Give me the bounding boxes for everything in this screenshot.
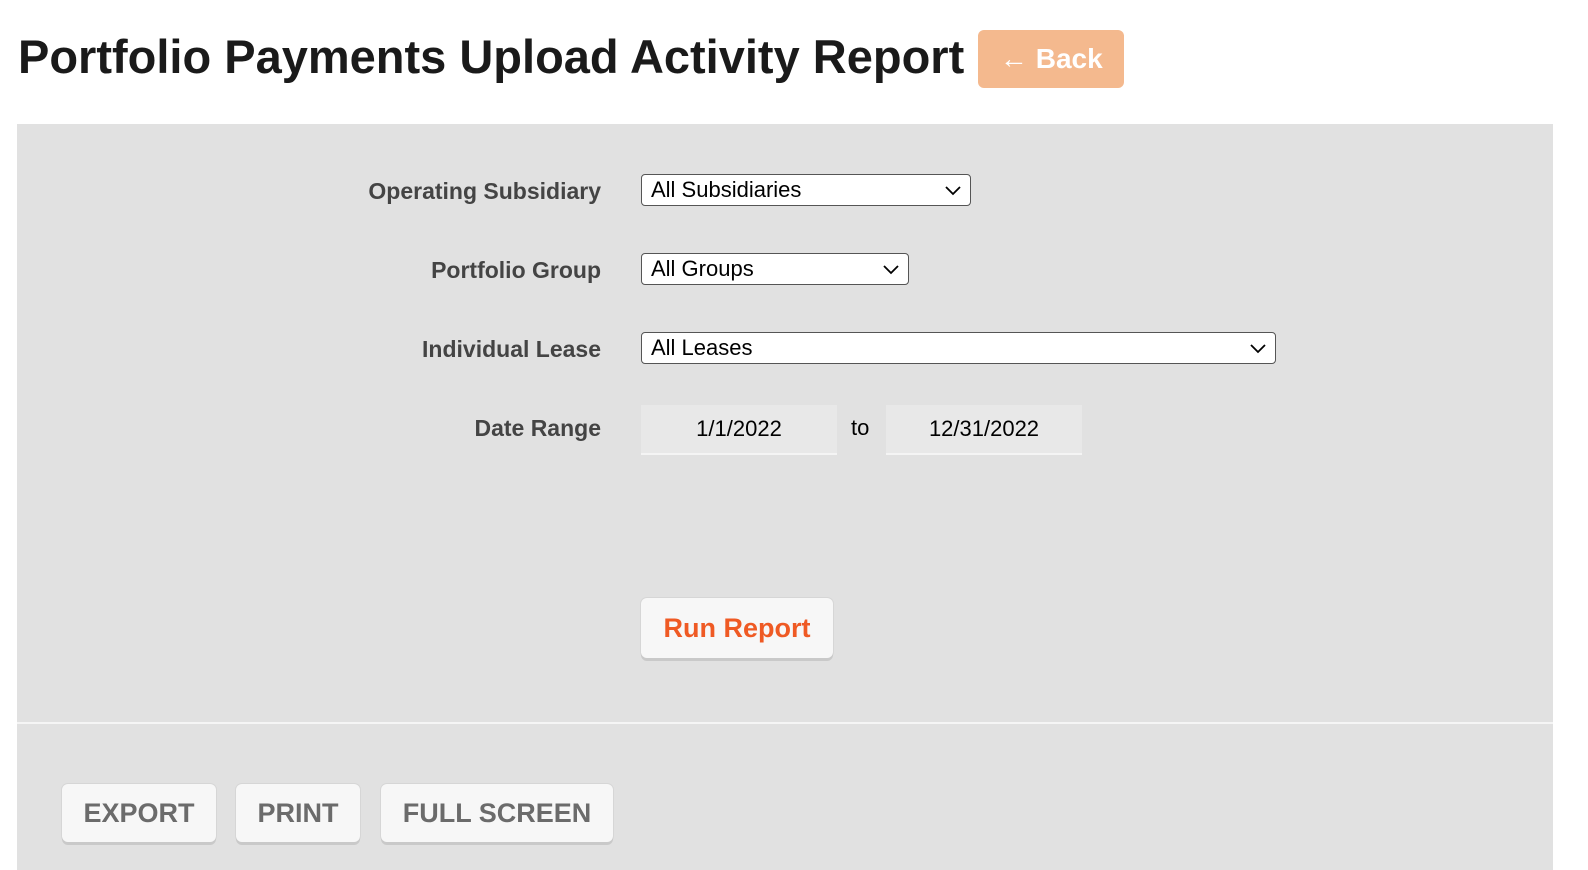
panel-divider <box>17 722 1553 724</box>
back-button-label: Back <box>1035 43 1103 74</box>
chevron-down-icon <box>945 186 961 196</box>
print-button[interactable]: PRINT <box>236 784 360 842</box>
lease-row: Individual Lease All Leases <box>17 329 1553 369</box>
chevron-down-icon <box>1250 344 1266 354</box>
page-header: Portfolio Payments Upload Activity Repor… <box>18 26 1125 88</box>
group-row: Portfolio Group All Groups <box>17 250 1553 290</box>
lease-select[interactable]: All Leases <box>641 332 1276 364</box>
left-arrow-icon: ← <box>999 43 1028 74</box>
run-report-button[interactable]: Run Report <box>641 598 833 658</box>
date-range-row: Date Range 1/1/2022 to 12/31/2022 <box>17 405 1553 455</box>
export-button[interactable]: EXPORT <box>62 784 216 842</box>
date-range-label: Date Range <box>474 415 601 441</box>
group-select-value: All Groups <box>651 256 754 281</box>
report-filter-panel: Operating Subsidiary All Subsidiaries Po… <box>17 124 1553 870</box>
lease-label: Individual Lease <box>422 336 601 362</box>
chevron-down-icon <box>883 265 899 275</box>
end-date-input[interactable]: 12/31/2022 <box>886 405 1082 455</box>
group-label: Portfolio Group <box>431 257 601 283</box>
lease-select-value: All Leases <box>651 335 753 360</box>
subsidiary-row: Operating Subsidiary All Subsidiaries <box>17 171 1553 211</box>
subsidiary-select[interactable]: All Subsidiaries <box>641 174 971 206</box>
date-range-separator: to <box>851 415 870 440</box>
subsidiary-select-value: All Subsidiaries <box>651 177 802 202</box>
start-date-input[interactable]: 1/1/2022 <box>641 405 837 455</box>
full-screen-button[interactable]: FULL SCREEN <box>381 784 613 842</box>
page-title: Portfolio Payments Upload Activity Repor… <box>18 30 965 83</box>
back-button[interactable]: ← Back <box>978 30 1125 88</box>
group-select[interactable]: All Groups <box>641 253 909 285</box>
subsidiary-label: Operating Subsidiary <box>368 178 601 204</box>
